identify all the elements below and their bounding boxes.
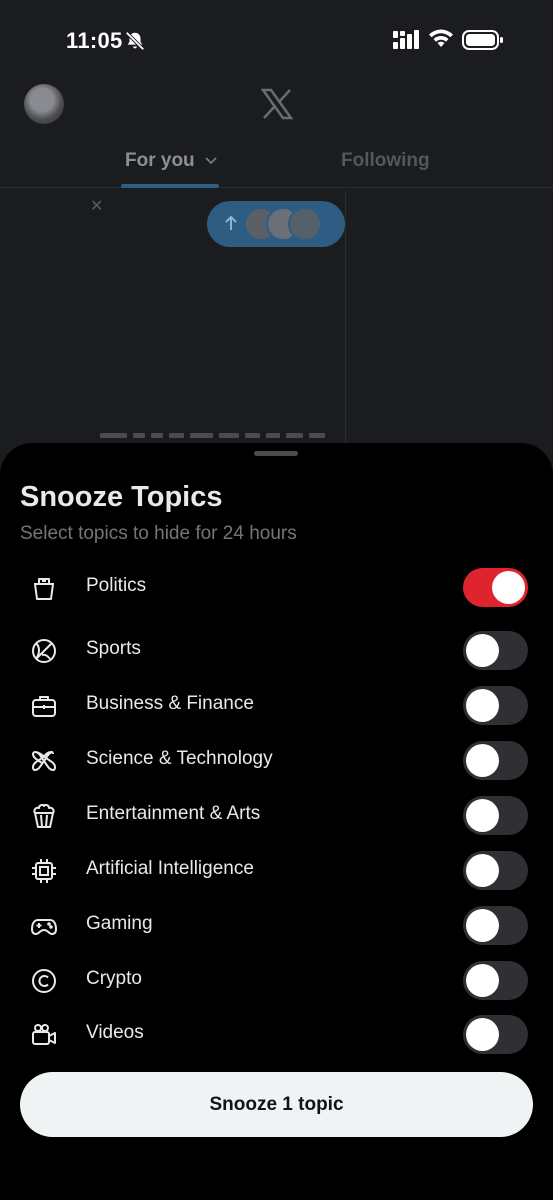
topic-row-artificial-intelligence[interactable]: Artificial Intelligence (0, 844, 553, 896)
topic-row-crypto[interactable]: Crypto (0, 954, 553, 1006)
toggle-switch[interactable] (463, 961, 528, 1000)
topic-label: Entertainment & Arts (86, 803, 261, 824)
sheet-grabber[interactable] (254, 451, 298, 456)
toggle-knob (466, 634, 499, 667)
coin-icon (32, 969, 56, 993)
toggle-knob (466, 909, 499, 942)
topic-row-gaming[interactable]: Gaming (0, 899, 553, 951)
tab-for-you[interactable]: For you (125, 150, 195, 172)
snooze-button[interactable]: Snooze 1 topic (20, 1072, 533, 1137)
topic-label: Crypto (86, 968, 142, 989)
topic-row-science-technology[interactable]: Science & Technology (0, 734, 553, 786)
toggle-switch[interactable] (463, 1015, 528, 1054)
close-icon[interactable]: ✕ (90, 196, 103, 216)
sheet-title: Snooze Topics (20, 481, 223, 513)
topic-label: Sports (86, 638, 141, 659)
toggle-knob (466, 854, 499, 887)
avatar[interactable] (24, 84, 64, 124)
ball-icon (32, 639, 56, 663)
tab-following[interactable]: Following (341, 150, 430, 172)
toggle-switch[interactable] (463, 906, 528, 945)
gamepad-icon (31, 919, 57, 935)
topic-row-entertainment-arts[interactable]: Entertainment & Arts (0, 789, 553, 841)
popcorn-icon (33, 803, 55, 828)
toggle-knob (466, 744, 499, 777)
avatar (288, 207, 322, 241)
toggle-knob (466, 964, 499, 997)
topic-row-videos[interactable]: Videos (0, 1008, 553, 1060)
tab-selected-indicator (121, 184, 219, 188)
toggle-knob (492, 571, 525, 604)
topic-row-business-finance[interactable]: Business & Finance (0, 679, 553, 731)
video-camera-icon (32, 1024, 56, 1045)
sheet-subtitle: Select topics to hide for 24 hours (20, 523, 297, 544)
toggle-switch[interactable] (463, 796, 528, 835)
topic-label: Business & Finance (86, 693, 254, 714)
toggle-switch[interactable] (463, 631, 528, 670)
timeline-tabs: For you Following (0, 140, 553, 188)
arrow-up-icon (225, 215, 237, 230)
toggle-switch[interactable] (463, 741, 528, 780)
topic-row-sports[interactable]: Sports (0, 624, 553, 676)
topic-label: Gaming (86, 913, 153, 934)
briefcase-icon (32, 696, 56, 717)
chevron-down-icon (205, 157, 217, 165)
topic-row-politics[interactable]: Politics (0, 561, 553, 613)
toggle-switch[interactable] (463, 686, 528, 725)
toggle-knob (466, 689, 499, 722)
toggle-switch[interactable] (463, 851, 528, 890)
toggle-knob (466, 1018, 499, 1051)
topic-label: Politics (86, 575, 147, 596)
toggle-knob (466, 799, 499, 832)
publisher-logo-strip (100, 430, 325, 440)
atom-icon (31, 750, 57, 772)
snooze-topics-sheet: Snooze Topics Select topics to hide for … (0, 443, 553, 1200)
toggle-switch[interactable] (463, 568, 528, 607)
topic-label: Videos (86, 1022, 144, 1043)
x-logo-icon (260, 88, 294, 120)
topic-label: Artificial Intelligence (86, 858, 254, 879)
ballot-box-icon (34, 578, 54, 600)
topic-label: Science & Technology (86, 748, 273, 769)
cpu-chip-icon (32, 859, 56, 883)
